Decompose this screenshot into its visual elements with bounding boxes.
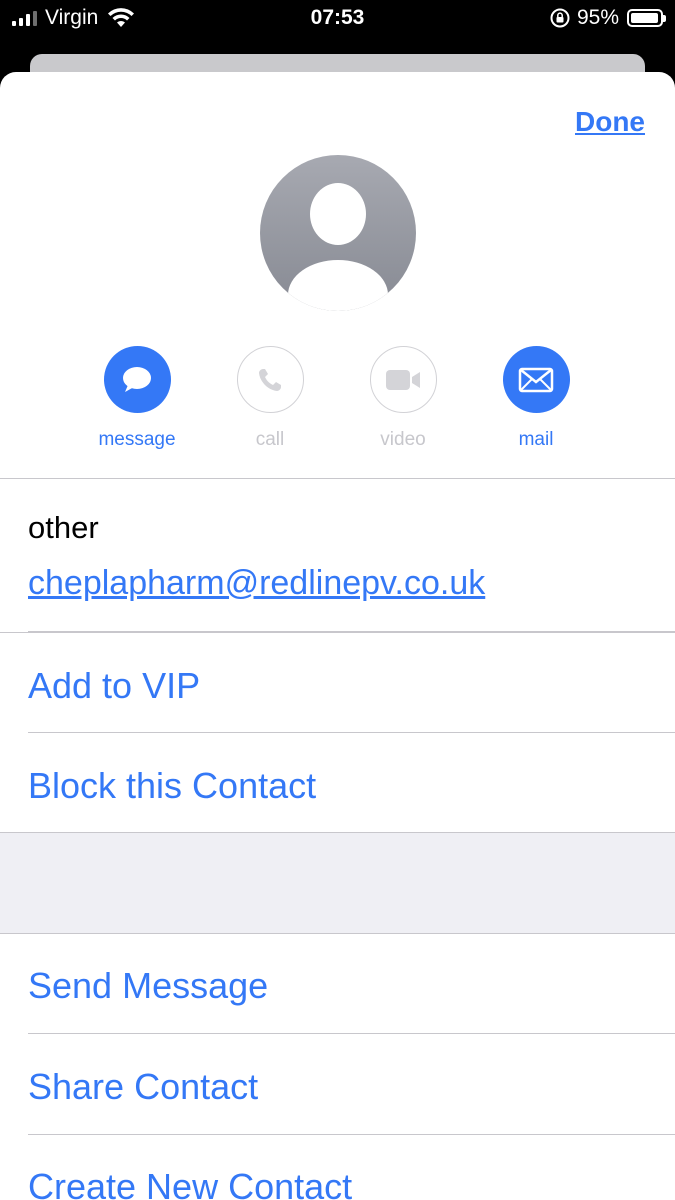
battery-fill: [631, 13, 658, 23]
call-action-button: call: [210, 346, 330, 451]
battery-icon: [627, 9, 666, 27]
avatar-body: [288, 260, 388, 311]
avatar-head: [310, 183, 366, 245]
divider: [0, 933, 675, 934]
message-action-label: message: [98, 429, 176, 450]
add-to-vip-button[interactable]: Add to VIP: [28, 665, 200, 707]
video-action-circle: [369, 346, 437, 413]
done-button[interactable]: Done: [575, 106, 645, 138]
video-action-button: video: [343, 346, 463, 451]
divider: [28, 732, 675, 733]
video-camera-icon: [386, 369, 420, 390]
group-spacer: [0, 833, 675, 933]
status-bar-right: 95%: [549, 6, 666, 30]
divider: [0, 478, 675, 479]
video-action-label: video: [380, 429, 426, 450]
divider: [0, 632, 675, 633]
mail-action-button[interactable]: mail: [476, 346, 596, 451]
envelope-icon: [518, 367, 554, 392]
quick-actions: message call video mail: [0, 346, 675, 456]
share-contact-button[interactable]: Share Contact: [28, 1066, 258, 1108]
person-placeholder-icon: [260, 155, 416, 311]
block-contact-button[interactable]: Block this Contact: [28, 765, 316, 807]
send-message-button[interactable]: Send Message: [28, 965, 268, 1007]
mail-action-circle[interactable]: [502, 346, 570, 413]
battery-percent: 95%: [576, 6, 619, 29]
create-new-contact-button[interactable]: Create New Contact: [28, 1166, 352, 1200]
divider: [28, 1033, 675, 1034]
email-type-label: other: [28, 510, 99, 545]
call-action-label: call: [255, 429, 285, 450]
message-action-button[interactable]: message: [77, 346, 197, 451]
email-address-link[interactable]: cheplapharm@redlinepv.co.uk: [28, 564, 485, 603]
message-action-circle[interactable]: [103, 346, 171, 413]
orientation-lock-icon: [550, 8, 570, 28]
phone-icon: [259, 368, 281, 391]
mail-action-label: mail: [518, 429, 554, 450]
status-bar: Virgin 07:53 95%: [0, 0, 675, 40]
divider: [28, 1134, 675, 1135]
speech-bubble-icon: [123, 366, 151, 392]
call-action-circle: [236, 346, 304, 413]
contact-sheet: Done message call video mail other chepl…: [0, 72, 675, 1200]
